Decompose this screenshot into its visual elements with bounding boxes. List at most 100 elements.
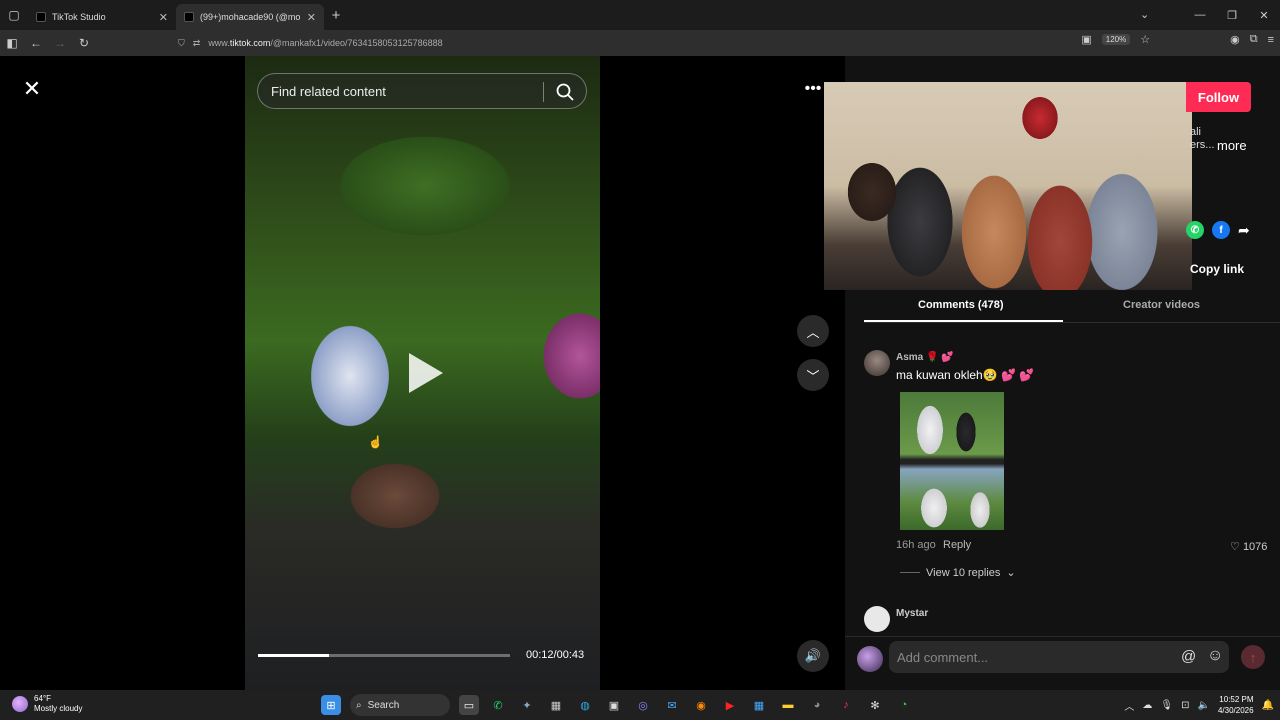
menu-icon[interactable]: ≡ bbox=[1268, 34, 1274, 46]
favorite-star-icon[interactable]: ☆ bbox=[1140, 33, 1150, 46]
url-field[interactable]: ⛉ ⇄ www.tiktok.com/@mankafx1/video/76341… bbox=[178, 33, 1128, 53]
profile-icon[interactable]: ◉ bbox=[1230, 33, 1240, 46]
tab-tiktok-video[interactable]: (99+)mohacade90 (@moh... ✕ bbox=[176, 4, 324, 30]
tab-list-chevron-icon[interactable]: ⌄ bbox=[1140, 8, 1149, 21]
minimize-button[interactable]: — bbox=[1184, 9, 1216, 21]
send-comment-button[interactable]: ↑ bbox=[1241, 645, 1265, 669]
chrome-icon[interactable]: ◔ bbox=[894, 695, 914, 715]
onedrive-icon[interactable]: ☁ bbox=[1142, 700, 1152, 711]
tab-actions-icon[interactable]: ▢ bbox=[0, 0, 28, 30]
search-icon[interactable] bbox=[555, 82, 575, 102]
calculator-icon[interactable]: ▦ bbox=[546, 695, 566, 715]
facebook-icon[interactable]: f bbox=[1212, 221, 1230, 239]
taskbar-search[interactable]: ⌕ Search bbox=[350, 694, 450, 716]
follow-button[interactable]: Follow bbox=[1186, 82, 1251, 112]
window-controls: — ❐ ✕ bbox=[1184, 0, 1280, 30]
edge-icon[interactable]: ◍ bbox=[575, 695, 595, 715]
whatsapp-icon[interactable]: ✆ bbox=[1186, 221, 1204, 239]
weather-widget[interactable]: 64°F Mostly cloudy bbox=[12, 694, 82, 714]
related-search-box[interactable]: Find related content bbox=[257, 73, 587, 109]
clock[interactable]: 10:52 PM 4/30/2026 bbox=[1218, 694, 1254, 716]
mail-icon[interactable]: ✉ bbox=[662, 695, 682, 715]
video-player[interactable]: Find related content ☝ 00:12/00:43 bbox=[245, 56, 600, 690]
system-tray: ︿ ☁ 🎙 ⊡ 🔈 10:52 PM 4/30/2026 🔔 bbox=[1124, 694, 1274, 716]
workspaces-icon[interactable]: ◧ bbox=[0, 36, 24, 50]
firefox-icon[interactable]: ◉ bbox=[691, 695, 711, 715]
tab-title: TikTok Studio bbox=[52, 12, 106, 22]
store-icon[interactable]: ▣ bbox=[604, 695, 624, 715]
avatar[interactable] bbox=[864, 350, 890, 376]
replies-dash bbox=[900, 572, 920, 573]
grid-app-icon[interactable]: ▦ bbox=[749, 695, 769, 715]
more-link[interactable]: more bbox=[1217, 138, 1247, 153]
video-progress-bar[interactable] bbox=[258, 654, 510, 657]
tray-overflow-icon[interactable]: ︿ bbox=[1124, 698, 1134, 713]
network-icon[interactable]: ⊡ bbox=[1181, 700, 1189, 711]
picture-in-picture-video[interactable] bbox=[824, 82, 1192, 290]
comment-like-button[interactable]: ♡ 1076 bbox=[1230, 540, 1267, 553]
weather-icon bbox=[12, 696, 28, 712]
chatgpt-icon[interactable]: ✻ bbox=[865, 695, 885, 715]
restore-button[interactable]: ❐ bbox=[1216, 9, 1248, 22]
microphone-icon[interactable]: 🎙 bbox=[1160, 700, 1173, 711]
new-tab-button[interactable]: + bbox=[324, 7, 348, 24]
whatsapp-icon[interactable]: ✆ bbox=[488, 695, 508, 715]
forward-icon[interactable]: → bbox=[48, 36, 72, 50]
windows-start-icon[interactable]: ⊞ bbox=[321, 695, 341, 715]
tab-comments[interactable]: Comments (478) bbox=[918, 299, 1004, 311]
tab-close-icon[interactable]: ✕ bbox=[307, 11, 316, 24]
search-divider bbox=[543, 82, 544, 102]
reply-button[interactable]: Reply bbox=[943, 539, 971, 551]
youtube-icon[interactable]: ▶ bbox=[720, 695, 740, 715]
tiktok-favicon-icon bbox=[184, 12, 194, 22]
comment-username[interactable]: Asma 🌹 💕 bbox=[896, 352, 954, 363]
notifications-icon[interactable]: 🔔 bbox=[1262, 700, 1274, 711]
search-icon: ⌕ bbox=[356, 699, 362, 711]
tab-close-icon[interactable]: ✕ bbox=[159, 11, 168, 24]
view-replies-button[interactable]: View 10 replies ⌄ bbox=[900, 566, 1016, 579]
back-icon[interactable]: ← bbox=[24, 36, 48, 50]
temperature: 64°F bbox=[34, 694, 51, 703]
tab-tiktok-studio[interactable]: TikTok Studio ✕ bbox=[28, 4, 176, 30]
window-close-button[interactable]: ✕ bbox=[1248, 9, 1280, 22]
folder-icon[interactable]: ▬ bbox=[778, 695, 798, 715]
reader-view-icon[interactable]: ▣ bbox=[1081, 33, 1091, 46]
windows-taskbar: 64°F Mostly cloudy ⊞ ⌕ Search ▭ ✆ ✦ ▦ ◍ … bbox=[0, 690, 1280, 720]
copilot-icon[interactable]: ✦ bbox=[517, 695, 537, 715]
volume-icon[interactable]: 🔈 bbox=[1198, 700, 1210, 711]
zoom-indicator[interactable]: 120% bbox=[1101, 34, 1131, 45]
comment-username[interactable]: Mystar bbox=[896, 608, 928, 619]
refresh-icon[interactable]: ↻ bbox=[72, 36, 96, 50]
avatar[interactable] bbox=[864, 606, 890, 632]
comment-image[interactable] bbox=[900, 392, 1004, 530]
comments-tabs: Comments (478) Creator videos bbox=[864, 292, 1280, 323]
cortana-icon[interactable]: ◎ bbox=[633, 695, 653, 715]
desc-line: ers... bbox=[1190, 139, 1215, 151]
tiktok-icon[interactable]: ♪ bbox=[836, 695, 856, 715]
tab-creator-videos[interactable]: Creator videos bbox=[1123, 299, 1200, 311]
close-video-button[interactable]: ✕ bbox=[18, 75, 46, 103]
previous-video-button[interactable]: ︿ bbox=[797, 315, 829, 347]
taskbar-search-label: Search bbox=[367, 699, 400, 711]
heart-icon: ♡ bbox=[1230, 541, 1240, 553]
next-video-button[interactable]: ﹀ bbox=[797, 359, 829, 391]
avatar bbox=[857, 646, 883, 672]
extensions-icon[interactable]: ⧉ bbox=[1250, 33, 1258, 46]
tabs-divider bbox=[864, 322, 1280, 323]
volume-button[interactable]: 🔊 bbox=[797, 640, 829, 672]
comment-time: 16h ago bbox=[896, 539, 936, 551]
tiktok-favicon-icon bbox=[36, 12, 46, 22]
share-icons: ✆ f ➦ bbox=[1186, 221, 1250, 239]
file-icon[interactable]: ▭ bbox=[459, 695, 479, 715]
emoji-icon[interactable]: ☺ bbox=[1207, 647, 1223, 665]
share-arrow-icon[interactable]: ➦ bbox=[1238, 222, 1250, 239]
address-bar-row: ◧ ← → ↻ ⛉ ⇄ www.tiktok.com/@mankafx1/vid… bbox=[0, 30, 1280, 56]
tracking-prevention-icon[interactable]: ⇄ bbox=[193, 38, 201, 49]
add-comment-input[interactable]: Add comment... bbox=[889, 641, 1229, 673]
site-info-icon[interactable]: ⛉ bbox=[178, 38, 185, 49]
mention-icon[interactable]: @ bbox=[1181, 648, 1196, 665]
discord-icon[interactable]: ◕ bbox=[807, 695, 827, 715]
copy-link-button[interactable]: Copy link bbox=[1190, 262, 1244, 276]
add-comment-bar: Add comment... @ ☺ ↑ bbox=[845, 636, 1280, 676]
play-icon[interactable] bbox=[405, 350, 445, 396]
